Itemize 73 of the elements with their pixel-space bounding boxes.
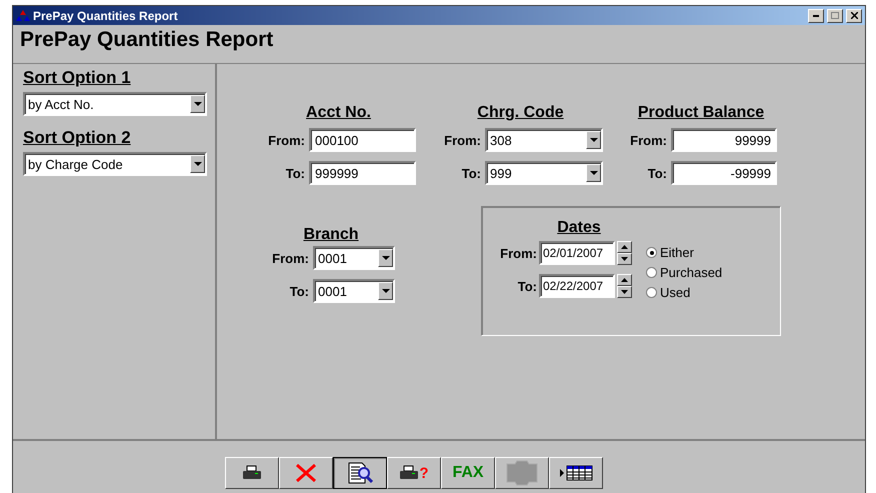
dropdown-button[interactable]: [190, 155, 205, 173]
print-button[interactable]: [225, 457, 279, 489]
to-label: To:: [462, 166, 481, 180]
close-icon: [850, 12, 858, 19]
dropdown-field[interactable]: 999: [485, 161, 603, 185]
from-label: From:: [630, 132, 667, 148]
close-button[interactable]: [846, 8, 862, 22]
cancel-button[interactable]: [279, 457, 333, 489]
from-label: From:: [268, 132, 305, 148]
maximize-button[interactable]: [827, 8, 843, 22]
input-field[interactable]: -99999: [671, 161, 777, 185]
spin-up-button[interactable]: [617, 241, 632, 253]
up-arrow-icon: [621, 245, 628, 249]
section-heading: Acct No.: [306, 104, 371, 122]
dropdown-field[interactable]: 308: [485, 128, 603, 152]
sort-option-label: Sort Option 1: [23, 68, 131, 88]
grid-button[interactable]: [549, 457, 603, 489]
scanner-icon: [504, 460, 540, 486]
caret-icon: [382, 289, 390, 293]
radio-option[interactable]: Used: [646, 285, 722, 300]
printer-icon: [242, 465, 262, 481]
to-label: To:: [648, 166, 667, 180]
printer-icon: [399, 465, 420, 481]
date-field[interactable]: 02/01/2007: [539, 241, 615, 265]
input-field[interactable]: 999999: [309, 161, 416, 185]
radio-option[interactable]: Purchased: [646, 265, 722, 280]
to-label: To:: [518, 278, 537, 294]
from-label: From:: [444, 132, 481, 148]
dropdown-field[interactable]: 0001: [313, 279, 395, 303]
dropdown-button[interactable]: [190, 95, 205, 113]
minimize-icon: [813, 14, 819, 16]
section-heading: Chrg. Code: [477, 104, 564, 122]
down-arrow-icon: [621, 257, 628, 261]
close-icon: [295, 463, 317, 483]
input-field[interactable]: 99999: [671, 128, 777, 152]
caret-icon: [194, 162, 202, 166]
dropdown-button[interactable]: [378, 249, 393, 267]
from-label: From:: [500, 246, 537, 260]
preview-button[interactable]: [333, 457, 387, 489]
input-field[interactable]: 000100: [309, 128, 416, 152]
section-heading: Branch: [303, 226, 359, 244]
caret-icon: [382, 256, 390, 260]
preview-icon: [347, 462, 373, 484]
spin-down-button[interactable]: [617, 253, 632, 265]
section-heading: Product Balance: [638, 104, 764, 122]
app-logo-icon: [16, 8, 30, 22]
caret-icon: [590, 171, 598, 175]
dropdown-button[interactable]: [586, 131, 601, 149]
sort-option-label: Sort Option 2: [23, 128, 131, 148]
down-arrow-icon: [621, 290, 628, 294]
fax-label: FAX: [452, 464, 484, 482]
report-heading: PrePay Quantities Report: [19, 27, 274, 53]
radio-option[interactable]: Either: [646, 245, 722, 260]
dropdown-field[interactable]: 0001: [313, 246, 395, 270]
up-arrow-icon: [621, 278, 628, 282]
sort-dropdown[interactable]: by Acct No.: [23, 92, 207, 116]
spin-up-button[interactable]: [617, 274, 632, 286]
caret-icon: [590, 138, 598, 142]
to-label: To:: [286, 166, 305, 180]
from-label: From:: [272, 250, 309, 266]
section-heading: Dates: [557, 219, 601, 237]
spin-down-button[interactable]: [617, 286, 632, 298]
window-title: PrePay Quantities Report: [33, 8, 179, 22]
question-mark: ?: [419, 464, 429, 482]
dropdown-button[interactable]: [378, 282, 393, 300]
sort-dropdown[interactable]: by Charge Code: [23, 152, 207, 176]
caret-icon: [194, 102, 202, 106]
maximize-icon: [831, 12, 839, 19]
dropdown-button[interactable]: [586, 164, 601, 182]
to-label: To:: [290, 284, 309, 298]
minimize-button[interactable]: [808, 8, 824, 22]
table-icon: [559, 465, 593, 481]
date-field[interactable]: 02/22/2007: [539, 274, 615, 298]
